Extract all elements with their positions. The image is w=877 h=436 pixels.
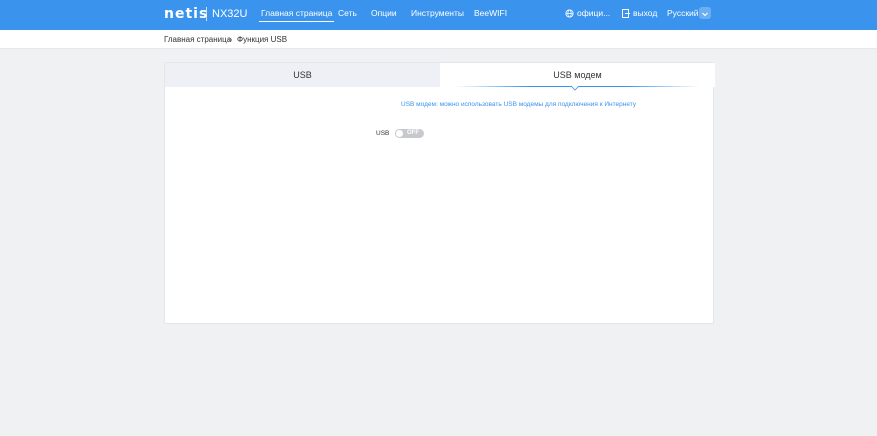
toggle-knob: [396, 130, 403, 137]
logout-label: выход: [633, 8, 658, 18]
nav-network[interactable]: Сеть: [338, 8, 357, 18]
logout-icon: [622, 9, 630, 18]
breadcrumb-home[interactable]: Главная страница: [164, 35, 231, 44]
device-model: NX32U: [212, 8, 248, 20]
top-navigation-bar: netis NX32U Главная страница Сеть Опции …: [0, 0, 877, 30]
official-site-link[interactable]: офици...: [565, 8, 610, 18]
usb-toggle[interactable]: OFF: [395, 129, 424, 138]
breadcrumb-separator: »: [228, 35, 233, 44]
language-dropdown-button[interactable]: [699, 7, 711, 19]
official-site-label: офици...: [577, 8, 611, 18]
active-tab-caret-icon: [571, 86, 579, 91]
usb-function-panel: USB USB модем USB модем: можно использов…: [164, 62, 715, 324]
brand-divider: [206, 7, 207, 21]
globe-icon: [565, 9, 574, 18]
language-selector[interactable]: Русский: [667, 8, 699, 18]
nav-tools[interactable]: Инструменты: [411, 8, 464, 18]
usb-modem-hint: USB модем: можно использовать USB модемы…: [401, 101, 637, 108]
usb-label: USB: [376, 130, 390, 137]
breadcrumb: Главная страница » Функция USB: [0, 30, 877, 49]
usb-toggle-state: OFF: [407, 130, 419, 136]
tab-usb[interactable]: USB: [165, 63, 440, 87]
nav-options[interactable]: Опции: [371, 8, 397, 18]
breadcrumb-current: Функция USB: [237, 35, 288, 44]
nav-beewifi[interactable]: BeeWIFI: [474, 8, 507, 18]
logout-link[interactable]: выход: [622, 8, 657, 18]
netis-logo[interactable]: netis: [164, 6, 208, 22]
chevron-down-icon: [702, 12, 708, 17]
tab-usb-modem[interactable]: USB модем: [440, 63, 715, 87]
nav-home[interactable]: Главная страница: [258, 8, 335, 22]
